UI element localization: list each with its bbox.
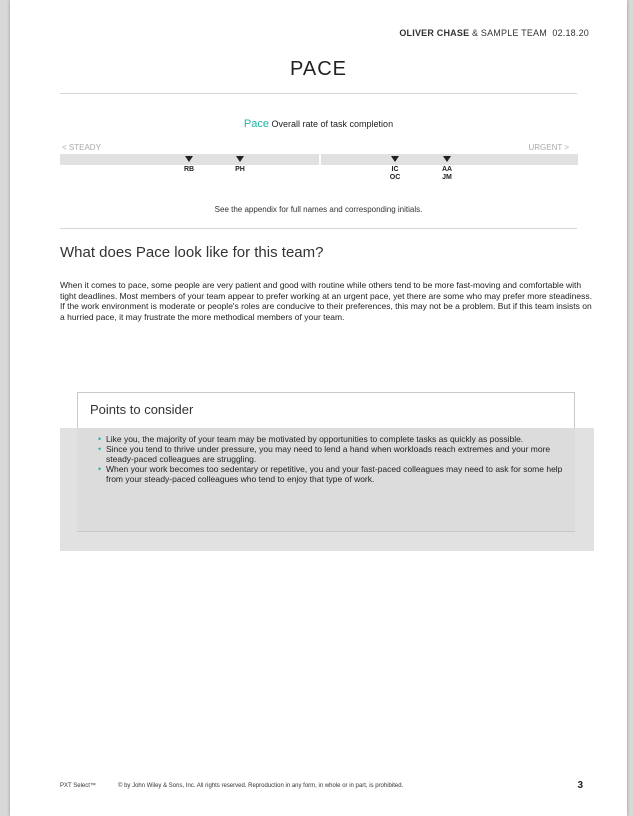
marker-label: IC OC — [389, 166, 401, 181]
points-title: Points to consider — [90, 402, 194, 417]
marker-label: PH — [235, 166, 245, 173]
pace-heading: Pace Overall rate of task completion — [10, 118, 627, 130]
scale-midpoint — [319, 154, 321, 165]
marker-rb: RB — [174, 156, 204, 174]
report-date: 02.18.20 — [552, 28, 589, 38]
page-number: 3 — [577, 780, 583, 791]
page-title: PACE — [290, 58, 347, 80]
steady-label: < STEADY — [62, 143, 101, 152]
participant-name: OLIVER CHASE — [399, 28, 470, 38]
points-list: Like you, the majority of your team may … — [98, 434, 563, 484]
section-body: When it comes to pace, some people are v… — [60, 280, 592, 322]
marker-aa-jm: AA JM — [432, 156, 462, 182]
marker-ph: PH — [225, 156, 255, 174]
pace-description: Overall rate of task completion — [271, 119, 394, 129]
marker-triangle-icon — [185, 156, 193, 162]
marker-label: RB — [183, 166, 195, 173]
marker-label: AA JM — [441, 166, 453, 181]
report-header: OLIVER CHASE & SAMPLE TEAM 02.18.20 — [399, 28, 589, 38]
pace-scale-bar — [60, 154, 578, 165]
marker-ic-oc: IC OC — [380, 156, 410, 182]
urgent-label: URGENT > — [528, 143, 569, 152]
section-divider — [60, 228, 577, 229]
report-page: OLIVER CHASE & SAMPLE TEAM 02.18.20 PACE… — [10, 0, 627, 816]
marker-triangle-icon — [443, 156, 451, 162]
appendix-note: See the appendix for full names and corr… — [214, 205, 423, 214]
list-item: Since you tend to thrive under pressure,… — [98, 444, 563, 464]
section-heading: What does Pace look like for this team? — [60, 244, 324, 261]
pace-word: Pace — [243, 118, 269, 130]
footer-brand: PXT Select™ — [60, 783, 96, 789]
footer-copyright: © by John Wiley & Sons, Inc. All rights … — [118, 783, 404, 789]
marker-triangle-icon — [391, 156, 399, 162]
team-name: & SAMPLE TEAM — [469, 28, 547, 38]
list-item: When your work becomes too sedentary or … — [98, 464, 563, 484]
list-item: Like you, the majority of your team may … — [98, 434, 563, 444]
marker-triangle-icon — [236, 156, 244, 162]
title-divider — [60, 93, 577, 94]
